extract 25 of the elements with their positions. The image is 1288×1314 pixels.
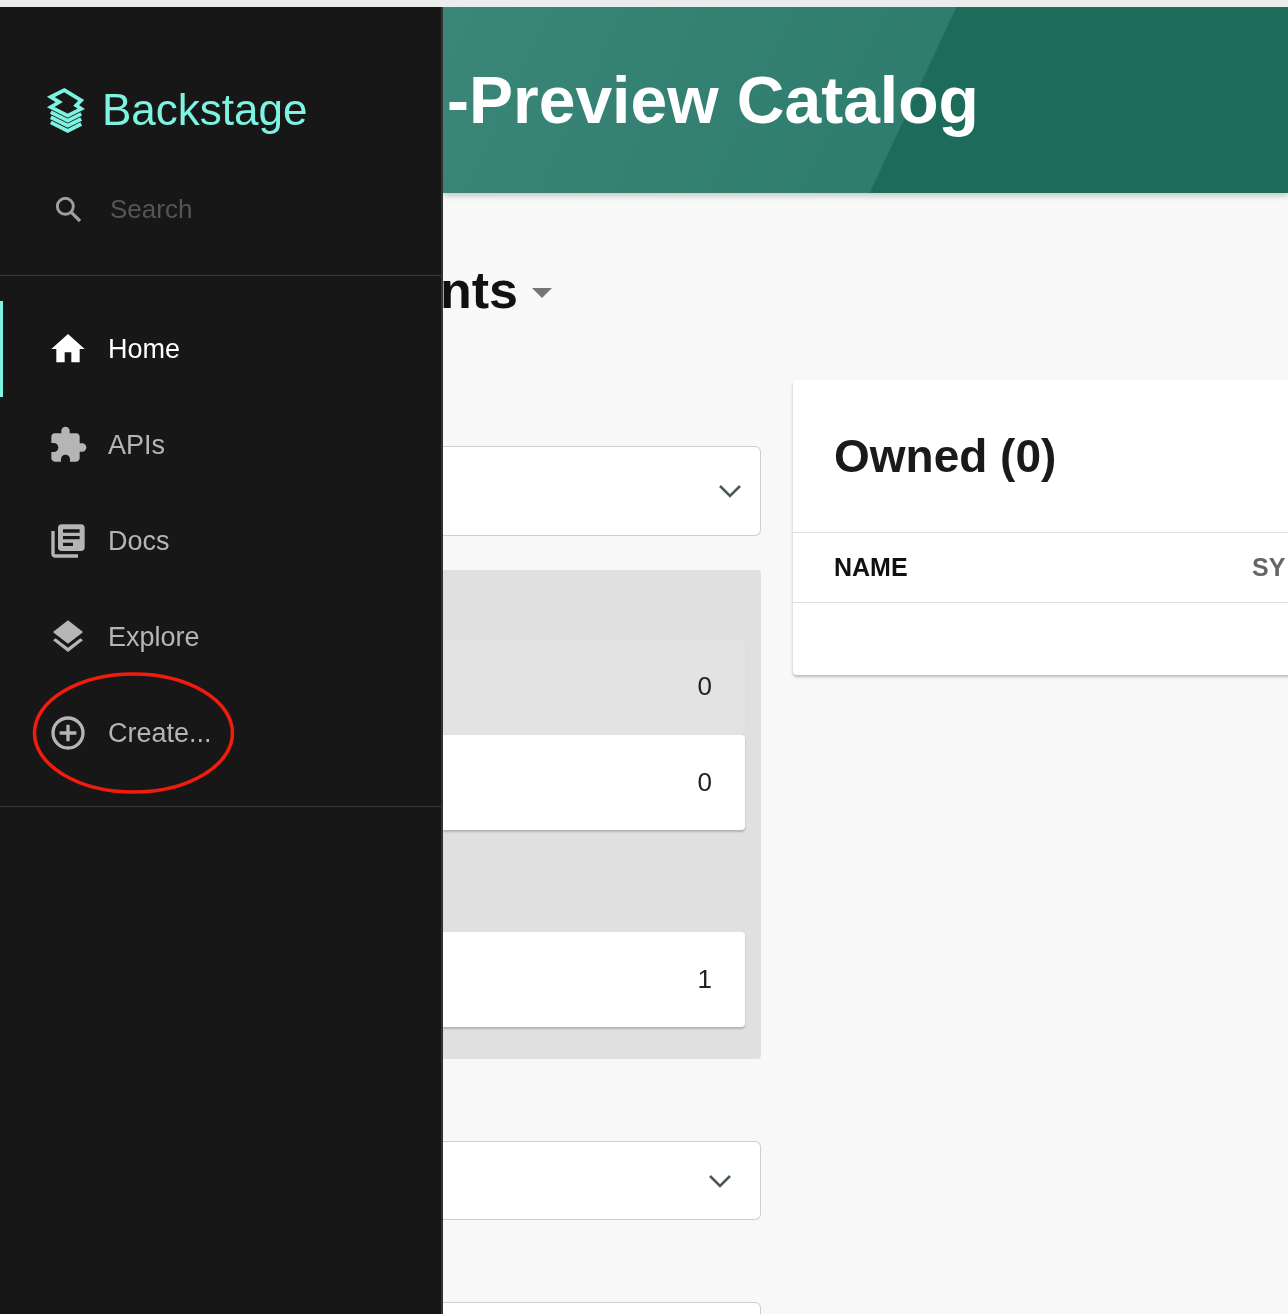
nav-item[interactable]: Docs xyxy=(0,493,441,589)
documents-icon xyxy=(48,521,88,561)
select-field[interactable] xyxy=(443,1141,761,1220)
nav-item[interactable]: Create... xyxy=(0,685,441,781)
count-text: 0 xyxy=(697,767,712,798)
column-header[interactable]: NAME xyxy=(834,553,1252,582)
column-header[interactable]: SY xyxy=(1252,553,1286,582)
chevron-down-icon xyxy=(718,484,742,498)
caret-down-icon xyxy=(532,288,552,298)
filter-row[interactable]: 0 xyxy=(443,735,745,830)
chevron-down-icon xyxy=(708,1173,732,1188)
nav-item[interactable]: Home xyxy=(0,301,441,397)
count-text: 1 xyxy=(697,964,712,995)
card-title: Owned (0) xyxy=(793,380,1288,533)
filter-row[interactable]: 1 xyxy=(443,932,745,1027)
nav-item[interactable]: APIs xyxy=(0,397,441,493)
page-title: -Preview Catalog xyxy=(447,62,979,138)
puzzle-icon xyxy=(48,425,88,465)
count-text: 0 xyxy=(697,671,712,702)
add-circle-icon xyxy=(48,713,88,753)
select-field[interactable] xyxy=(443,446,761,536)
nav-item[interactable]: Explore xyxy=(0,589,441,685)
page-heading: nts xyxy=(443,260,518,320)
search-field[interactable]: Search xyxy=(108,192,372,226)
logo-text[interactable]: Backstage xyxy=(102,85,308,135)
